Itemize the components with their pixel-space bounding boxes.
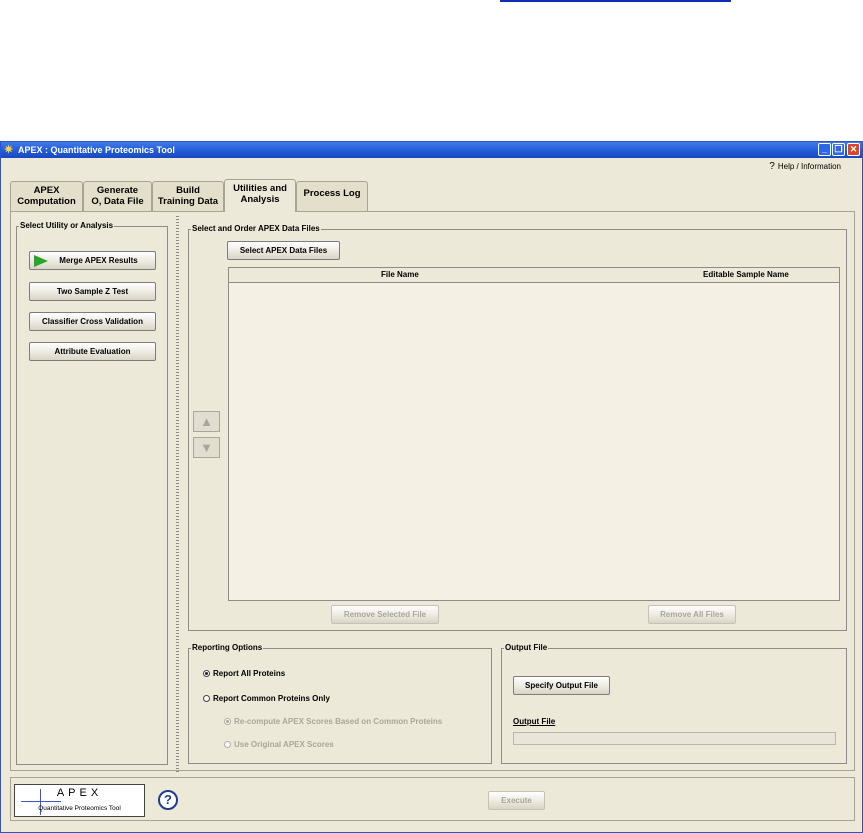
title-bar[interactable]: ✷ APEX : Quantitative Proteomics Tool _ … xyxy=(1,142,862,158)
tab-apex-computation[interactable]: APEX Computation xyxy=(10,181,83,211)
radio-empty-icon xyxy=(224,741,231,748)
output-file-field[interactable] xyxy=(513,732,836,745)
column-editable-sample-name[interactable]: Editable Sample Name xyxy=(703,270,789,279)
output-file-legend: Output File xyxy=(504,643,549,652)
help-question-icon[interactable]: ? xyxy=(158,790,178,810)
help-information-link[interactable]: ? Help / Information xyxy=(769,161,841,172)
minimize-button[interactable]: _ xyxy=(818,143,831,156)
column-file-name[interactable]: File Name xyxy=(381,270,419,279)
logo-subtitle: Quantitative Proteomics Tool xyxy=(38,805,121,812)
two-sample-z-test-button[interactable]: Two Sample Z Test xyxy=(29,282,156,301)
select-utility-panel: Select Utility or Analysis xyxy=(16,221,168,765)
select-order-files-legend: Select and Order APEX Data Files xyxy=(191,224,321,233)
merge-apex-results-button[interactable]: Merge APEX Results xyxy=(29,251,156,270)
question-icon: ? xyxy=(769,161,775,172)
select-utility-legend: Select Utility or Analysis xyxy=(19,221,115,230)
remove-selected-file-button[interactable]: Remove Selected File xyxy=(331,605,439,624)
panel-splitter[interactable] xyxy=(176,216,179,773)
execute-button[interactable]: Execute xyxy=(488,791,545,810)
radio-empty-icon xyxy=(203,695,210,702)
logo-star-horizontal xyxy=(21,801,61,802)
move-up-button[interactable]: ▲ xyxy=(193,411,220,432)
output-file-panel: Output File xyxy=(501,643,847,764)
tab-generate-data-file[interactable]: Generate O, Data File xyxy=(83,181,152,211)
apex-logo: APEX Quantitative Proteomics Tool xyxy=(14,784,145,817)
report-common-proteins-radio[interactable]: Report Common Proteins Only xyxy=(203,693,330,704)
select-apex-data-files-button[interactable]: Select APEX Data Files xyxy=(227,241,340,260)
specify-output-file-button[interactable]: Specify Output File xyxy=(513,676,610,695)
classifier-cross-validation-button[interactable]: Classifier Cross Validation xyxy=(29,312,156,331)
reporting-options-legend: Reporting Options xyxy=(191,643,264,652)
tab-build-training-data[interactable]: Build Training Data xyxy=(152,181,224,211)
files-table-header: File Name Editable Sample Name xyxy=(228,267,840,283)
close-button[interactable]: ✕ xyxy=(847,143,860,156)
report-all-proteins-radio[interactable]: Report All Proteins xyxy=(203,668,285,679)
restore-button[interactable]: ❐ xyxy=(832,143,845,156)
play-arrow-icon xyxy=(34,255,48,267)
radio-selected-icon xyxy=(224,718,231,725)
use-original-apex-scores-radio[interactable]: Use Original APEX Scores xyxy=(224,739,334,750)
apex-star-icon: ✷ xyxy=(4,144,14,156)
tab-process-log[interactable]: Process Log xyxy=(296,181,368,211)
logo-title: APEX xyxy=(56,787,103,799)
move-down-button[interactable]: ▼ xyxy=(193,437,220,458)
radio-selected-icon xyxy=(203,670,210,677)
output-file-label: Output File xyxy=(513,717,556,726)
files-table-body[interactable] xyxy=(228,283,840,601)
remove-all-files-button[interactable]: Remove All Files xyxy=(648,605,736,624)
top-link-underline xyxy=(500,0,731,2)
tab-utilities-and-analysis[interactable]: Utilities and Analysis xyxy=(224,179,296,212)
attribute-evaluation-button[interactable]: Attribute Evaluation xyxy=(29,342,156,361)
window-title: APEX : Quantitative Proteomics Tool xyxy=(18,145,175,155)
recompute-apex-scores-radio[interactable]: Re-compute APEX Scores Based on Common P… xyxy=(224,716,442,727)
